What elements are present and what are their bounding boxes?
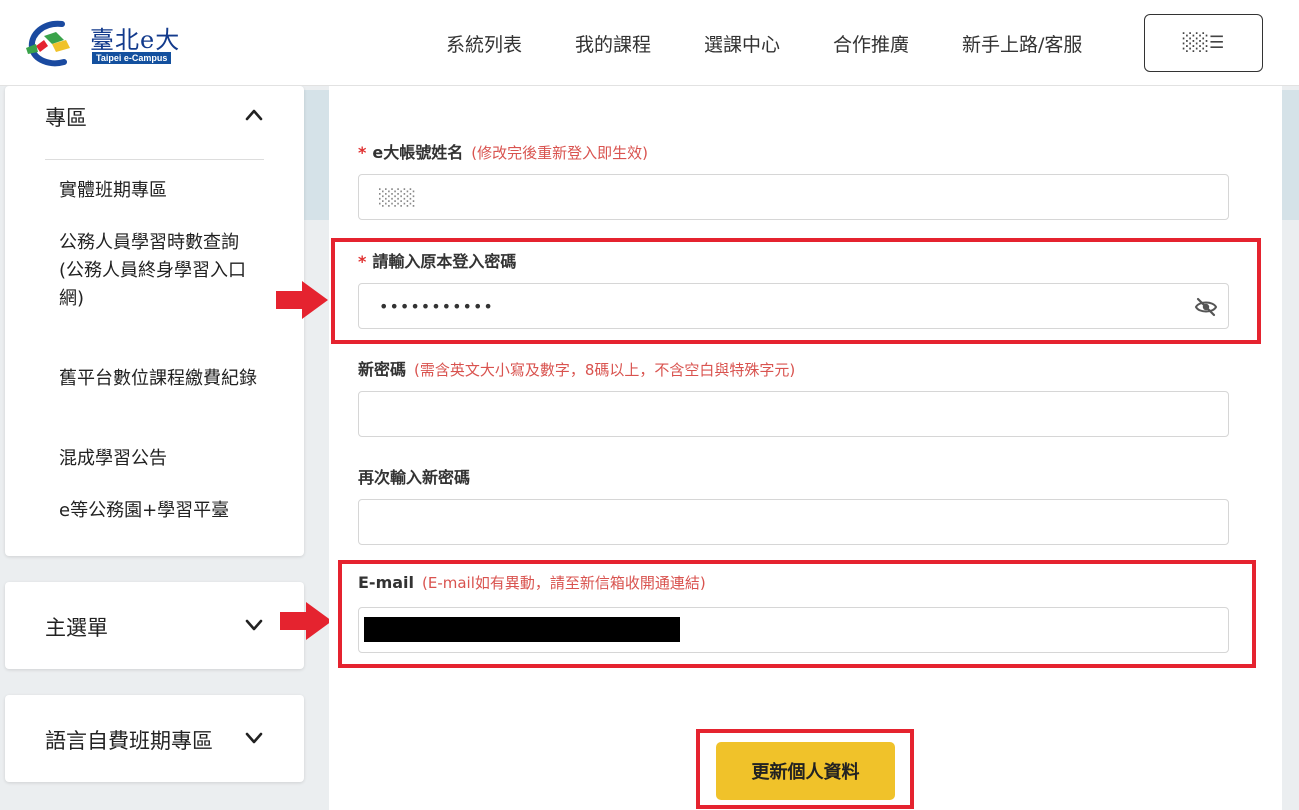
panel-title: 專區 xyxy=(45,106,87,130)
sidebar-item-label: 公務人員學習時數查詢 xyxy=(59,232,239,253)
panel-title: 主選單 xyxy=(45,616,108,640)
required-marker: * xyxy=(358,143,367,162)
sidebar-panel-main-menu[interactable]: 主選單 xyxy=(5,582,304,669)
name-input-value: ░░░ xyxy=(379,187,416,207)
sidebar-item-e-platform[interactable]: e等公務園+學習平臺 xyxy=(59,497,259,525)
label-text: 新密碼 xyxy=(358,360,407,379)
logo-subtitle: Taipei e-Campus xyxy=(92,52,172,64)
new-password-input[interactable] xyxy=(358,391,1229,437)
confirm-password-label: 再次輸入新密碼 xyxy=(358,464,470,488)
sidebar-item-physical-classes[interactable]: 實體班期專區 xyxy=(59,177,259,205)
chevron-up-icon[interactable] xyxy=(245,106,263,124)
name-input[interactable]: ░░░ xyxy=(358,174,1229,220)
label-text: 再次輸入新密碼 xyxy=(358,468,471,487)
update-profile-button[interactable]: 更新個人資料 xyxy=(716,742,895,800)
chevron-down-icon[interactable] xyxy=(245,729,263,747)
red-arrow-icon xyxy=(280,602,332,640)
chevron-down-icon[interactable] xyxy=(245,616,263,634)
label-text: e大帳號姓名 xyxy=(372,143,464,162)
highlight-box-old-password xyxy=(331,238,1261,344)
logo-text: 臺北e大 xyxy=(90,26,181,54)
site-header: 臺北e大 Taipei e-Campus 系統列表 我的課程 選課中心 合作推廣… xyxy=(0,0,1299,86)
confirm-password-input[interactable] xyxy=(358,499,1229,545)
highlight-box-email xyxy=(338,560,1256,668)
nav-my-courses[interactable]: 我的課程 xyxy=(575,30,651,60)
logo-emblem-icon xyxy=(26,20,70,67)
sidebar-item-learning-hours[interactable]: 公務人員學習時數查詢 (公務人員終身學習入口網) xyxy=(59,229,259,313)
nav-help[interactable]: 新手上路/客服 xyxy=(962,30,1082,60)
site-logo[interactable]: 臺北e大 Taipei e-Campus xyxy=(22,18,192,68)
panel-title: 語言自費班期專區 xyxy=(45,729,213,753)
nav-course-center[interactable]: 選課中心 xyxy=(704,30,780,60)
sidebar-item-payment-records[interactable]: 舊平台數位課程繳費紀錄 xyxy=(59,365,259,393)
user-menu-label: ░░☰ xyxy=(1182,33,1225,53)
label-hint: (需含英文大小寫及數字，8碼以上，不含空白與特殊字元) xyxy=(414,361,796,379)
sidebar-item-blended-notice[interactable]: 混成學習公告 xyxy=(59,445,259,473)
background-decoration xyxy=(304,90,330,220)
sidebar-item-sublabel: (公務人員終身學習入口網) xyxy=(59,260,247,309)
divider xyxy=(45,159,264,160)
name-field-label: * e大帳號姓名 (修改完後重新登入即生效) xyxy=(358,139,648,163)
sidebar-panel-special: 專區 實體班期專區 公務人員學習時數查詢 (公務人員終身學習入口網) 舊平台數位… xyxy=(5,86,304,556)
nav-partnership[interactable]: 合作推廣 xyxy=(833,30,909,60)
sidebar-panel-language-classes[interactable]: 語言自費班期專區 xyxy=(5,695,304,782)
label-hint: (修改完後重新登入即生效) xyxy=(471,144,648,162)
red-arrow-icon xyxy=(276,281,328,319)
nav-system-list[interactable]: 系統列表 xyxy=(446,30,522,60)
user-menu-button[interactable]: ░░☰ xyxy=(1144,14,1263,72)
new-password-label: 新密碼 (需含英文大小寫及數字，8碼以上，不含空白與特殊字元) xyxy=(358,356,795,380)
